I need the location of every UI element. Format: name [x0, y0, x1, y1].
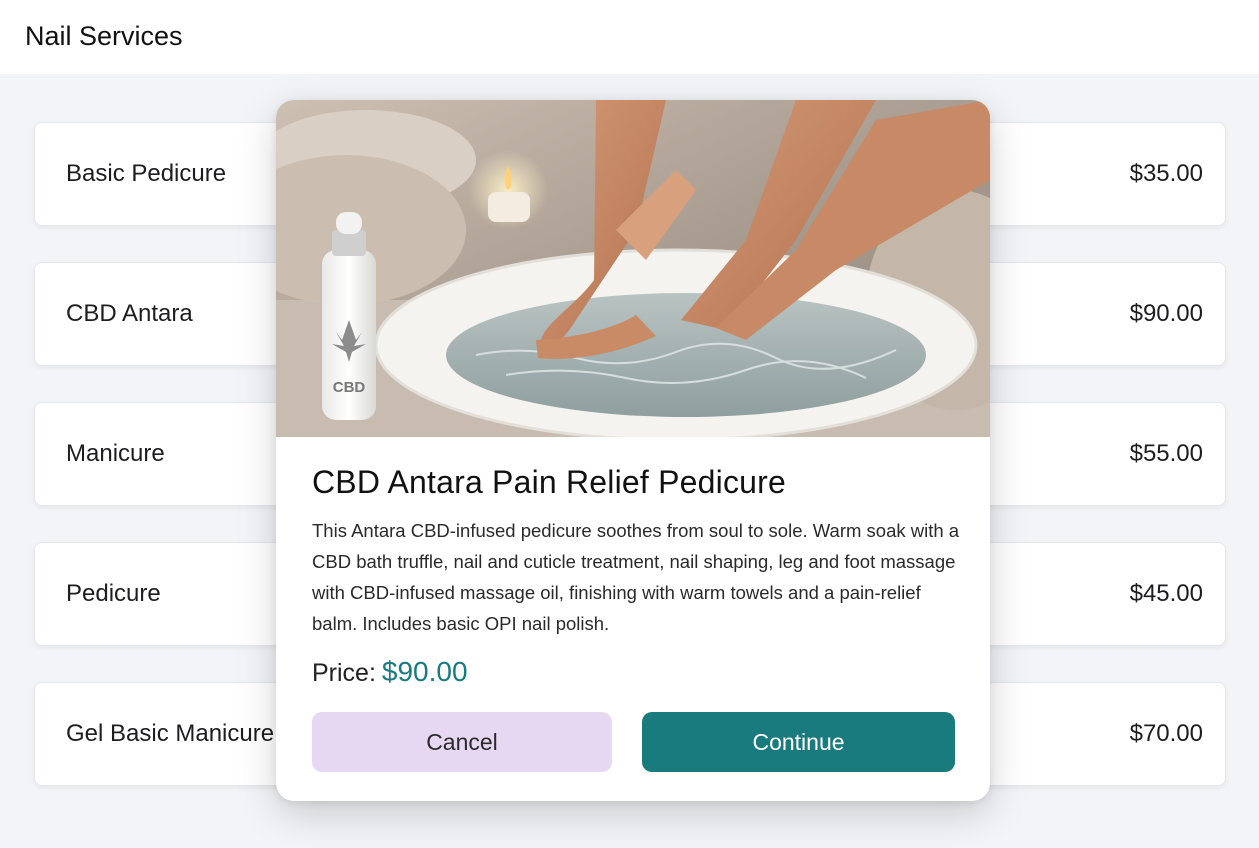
price-value: $90.00: [381, 656, 468, 687]
service-price: $35.00: [1129, 160, 1203, 187]
service-name: Gel Basic Manicure: [66, 720, 275, 747]
service-price: $55.00: [1129, 440, 1203, 467]
price-label: Price:: [312, 659, 376, 687]
page-title: Nail Services: [25, 21, 183, 51]
continue-button[interactable]: Continue: [642, 712, 955, 772]
bottle-label: CBD: [333, 379, 366, 396]
service-name: Manicure: [66, 440, 165, 467]
pedicure-photo: CBD: [276, 100, 990, 437]
service-name: Pedicure: [66, 580, 161, 607]
cancel-button[interactable]: Cancel: [312, 712, 612, 772]
top-bar: Nail Services: [0, 0, 1259, 74]
service-name: Basic Pedicure: [66, 160, 227, 187]
price-row: Price: $90.00: [312, 656, 468, 688]
service-price: $45.00: [1129, 580, 1203, 607]
service-price: $70.00: [1129, 720, 1203, 747]
modal-description: This Antara CBD-infused pedicure soothes…: [312, 520, 960, 634]
service-detail-modal: CBD CBD Antara Pain Relief Pedicure This…: [276, 100, 990, 801]
modal-title: CBD Antara Pain Relief Pedicure: [312, 464, 786, 500]
service-name: CBD Antara: [66, 300, 193, 327]
service-price: $90.00: [1129, 300, 1203, 327]
